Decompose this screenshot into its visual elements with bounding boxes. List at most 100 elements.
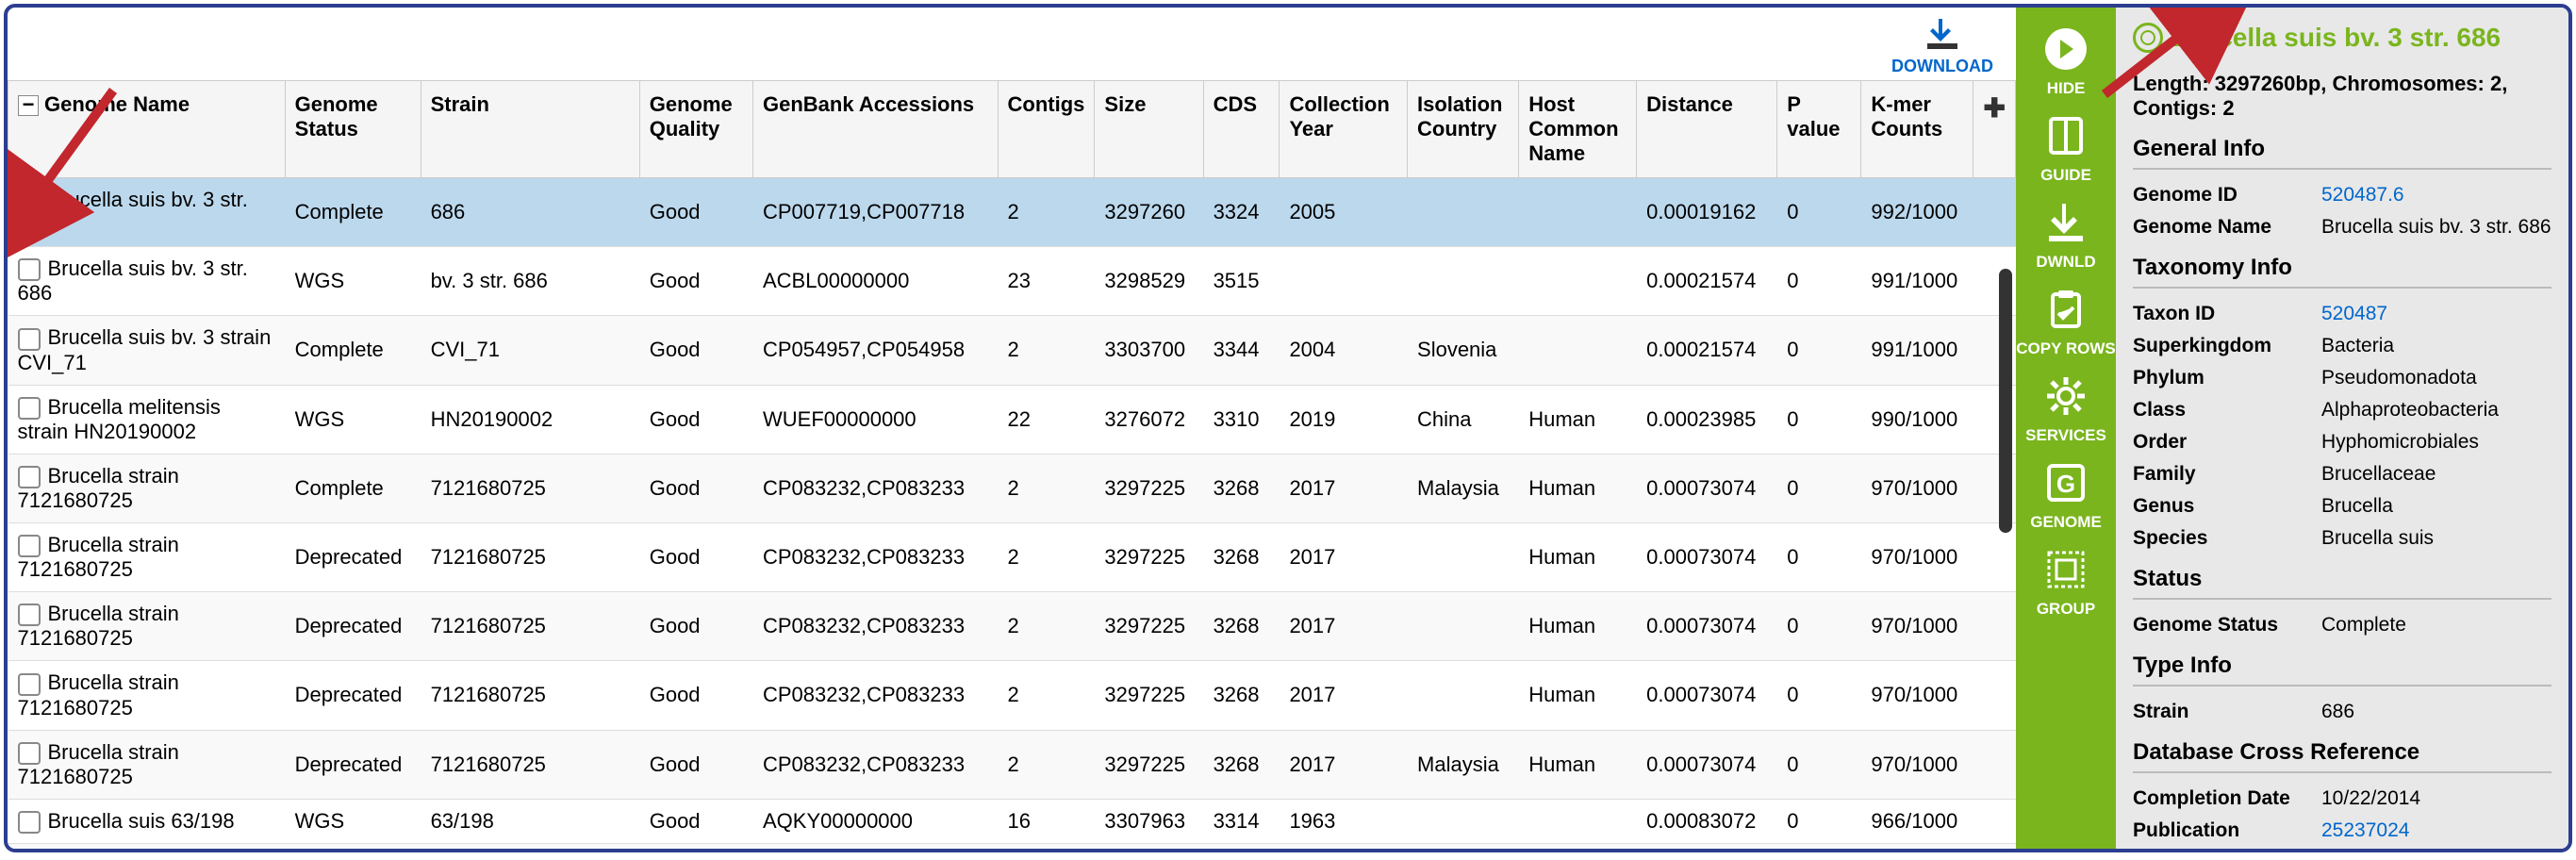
cell-isolation-country [1408,661,1519,730]
cell-strain: 63/198 [421,799,639,843]
row-checkbox[interactable] [18,258,41,281]
col-genome-name[interactable]: −Genome Name [8,81,286,178]
table-row[interactable]: Brucella suis bv. 3 strain CVI_71Complet… [8,316,2016,385]
cell-genome-quality: Good [639,592,752,661]
col-contigs[interactable]: Contigs [998,81,1095,178]
cell-collection-year [1280,247,1408,316]
family-value: Brucellaceae [2321,463,2551,486]
cell-cds: 3268 [1203,454,1280,522]
genome-id-value[interactable]: 520487.6 [2321,184,2551,207]
cell-isolation-country: Malaysia [1408,454,1519,522]
detail-title[interactable]: Brucella suis bv. 3 str. 686 [2133,23,2551,53]
download-label: DOWNLOAD [1891,57,1993,76]
cell-genome-name: Brucella strain 7121680725 [18,740,179,788]
cell-contigs: 2 [998,592,1095,661]
cell-kmer-counts: 970/1000 [1861,730,1973,799]
col-host-common-name[interactable]: Host Common Name [1519,81,1637,178]
col-genome-quality[interactable]: Genome Quality [639,81,752,178]
taxon-id-value[interactable]: 520487 [2321,303,2551,325]
cell-genome-status: WGS [285,247,421,316]
cell-host-common-name [1519,316,1637,385]
table-row[interactable]: Brucella strain 7121680725Deprecated7121… [8,661,2016,730]
cell-strain: 686 [421,178,639,247]
cell-size: 3297225 [1095,592,1203,661]
row-checkbox[interactable] [18,673,41,696]
row-checkbox[interactable] [18,190,41,212]
services-button[interactable]: SERVICES [2025,370,2106,445]
table-row[interactable]: Brucella strain 7121680725Deprecated7121… [8,522,2016,591]
cell-cds: 3515 [1203,247,1280,316]
cell-cds: 3344 [1203,316,1280,385]
col-p-value[interactable]: P value [1777,81,1861,178]
cell-genome-quality: Good [639,522,752,591]
table-row[interactable]: Brucella suis bv. 3 str. 686WGSbv. 3 str… [8,247,2016,316]
cell-size: 3306697 [1095,843,1203,849]
strain-value: 686 [2321,701,2551,723]
download-button[interactable]: DOWNLOAD [1891,19,1993,76]
cell-genome-name: Brucella strain 7121680725 [18,670,179,719]
row-checkbox[interactable] [18,742,41,765]
cell-genome-quality: Good [639,178,752,247]
group-button[interactable]: GROUP [2037,543,2095,619]
cell-genome-name: Brucella strain 7121680725 [18,464,179,512]
col-genome-status[interactable]: Genome Status [285,81,421,178]
cell-isolation-country [1408,247,1519,316]
cell-kmer-counts: 970/1000 [1861,522,1973,591]
row-checkbox[interactable] [18,535,41,557]
cell-genbank-accessions: CP083232,CP083233 [753,661,999,730]
hide-button[interactable]: HIDE [2039,23,2092,98]
table-row[interactable]: Brucella suis bv. 3 str. 686Complete686G… [8,178,2016,247]
col-size[interactable]: Size [1095,81,1203,178]
genome-id-label: Genome ID [2133,184,2321,207]
cell-collection-year: 2017 [1280,454,1408,522]
col-collection-year[interactable]: Collection Year [1280,81,1408,178]
col-distance[interactable]: Distance [1637,81,1777,178]
row-checkbox[interactable] [18,466,41,488]
cell-collection-year [1280,843,1408,849]
detail-panel: Brucella suis bv. 3 str. 686 Length: 329… [2116,8,2568,849]
table-row[interactable]: Brucella melitensis strain HN20190002WGS… [8,385,2016,454]
row-checkbox[interactable] [18,811,41,834]
cell-genome-name: Brucella suis 63/198 [48,809,235,833]
table-row[interactable]: Brucella suis 63/198WGS63/198GoodAQKY000… [8,799,2016,843]
cell-p-value: 0 [1777,454,1861,522]
table-scrollbar[interactable] [1999,269,2012,533]
cell-genbank-accessions: ACBL00000000 [753,247,999,316]
cell-genome-quality: Good [639,454,752,522]
row-checkbox[interactable] [18,397,41,420]
collapse-icon[interactable]: − [18,95,39,116]
col-strain[interactable]: Strain [421,81,639,178]
cell-isolation-country [1408,178,1519,247]
cell-contigs: 2 [998,730,1095,799]
publication-value[interactable]: 25237024 [2321,819,2551,842]
cell-size: 3298529 [1095,247,1203,316]
cell-strain: 7121680725 [421,454,639,522]
guide-button[interactable]: GUIDE [2039,109,2092,185]
section-status: Status [2133,566,2551,600]
table-row[interactable]: Brucella strain 7121680725Deprecated7121… [8,730,2016,799]
cell-size: 3297225 [1095,730,1203,799]
col-isolation-country[interactable]: Isolation Country [1408,81,1519,178]
col-kmer-counts[interactable]: K-mer Counts [1861,81,1973,178]
cell-genome-status: Complete [285,316,421,385]
species-value: Brucella suis [2321,527,2551,550]
cell-contigs: 2 [998,661,1095,730]
cell-cds: 3268 [1203,730,1280,799]
table-row[interactable]: Brucella strain 7121680725Deprecated7121… [8,592,2016,661]
genome-table: −Genome Name Genome Status Strain Genome… [8,80,2016,849]
genome-button[interactable]: G GENOME [2030,456,2102,532]
copy-rows-button[interactable]: COPY ROWS [2016,283,2115,358]
cell-collection-year: 2004 [1280,316,1408,385]
col-cds[interactable]: CDS [1203,81,1280,178]
phylum-label: Phylum [2133,367,2321,389]
row-checkbox[interactable] [18,328,41,351]
dwnld-button[interactable]: DWNLD [2036,196,2095,272]
row-checkbox[interactable] [18,604,41,626]
col-genbank-accessions[interactable]: GenBank Accessions [753,81,999,178]
cell-cds: 3314 [1203,843,1280,849]
table-row[interactable]: Brucella sp. 04-5288WGS1236073GoodAXNB00… [8,843,2016,849]
section-general-info: General Info [2133,136,2551,170]
add-column-button[interactable]: ✚ [1973,81,2016,178]
cell-genome-quality: Good [639,385,752,454]
table-row[interactable]: Brucella strain 7121680725Complete712168… [8,454,2016,522]
